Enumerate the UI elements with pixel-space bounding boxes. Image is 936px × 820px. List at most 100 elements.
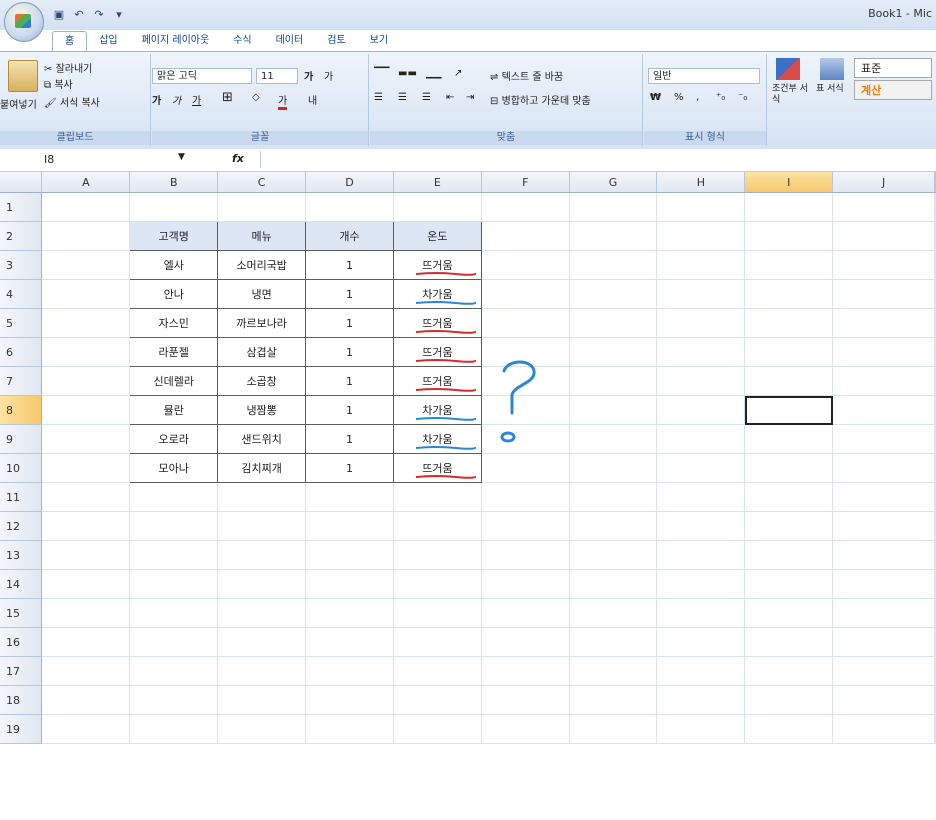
- style-calculation[interactable]: 계산: [854, 80, 932, 100]
- cell[interactable]: [217, 656, 307, 686]
- cell[interactable]: [934, 279, 936, 309]
- align-top-button[interactable]: ▔▔: [374, 68, 389, 79]
- cell[interactable]: [934, 221, 936, 251]
- cell[interactable]: [305, 685, 394, 715]
- cell[interactable]: [393, 540, 482, 570]
- cell[interactable]: [934, 540, 936, 570]
- cell[interactable]: [934, 250, 936, 280]
- name-box-dropdown-icon[interactable]: ▼: [178, 152, 185, 162]
- temperature-cell[interactable]: 차가움: [392, 279, 482, 309]
- cell[interactable]: [41, 598, 131, 628]
- cell[interactable]: [393, 569, 482, 599]
- column-header[interactable]: A: [41, 172, 131, 193]
- table-cell[interactable]: 모아나: [129, 453, 219, 483]
- cell[interactable]: [129, 540, 219, 570]
- tab-home[interactable]: 홈: [52, 31, 88, 52]
- cell[interactable]: [569, 714, 658, 744]
- cell[interactable]: [569, 221, 658, 251]
- cell[interactable]: [656, 685, 746, 715]
- cell[interactable]: [393, 482, 482, 512]
- cell[interactable]: [744, 540, 834, 570]
- table-cell[interactable]: 까르보나라: [217, 308, 307, 338]
- cell[interactable]: [744, 424, 834, 454]
- orientation-button[interactable]: ↗: [454, 68, 462, 79]
- cell[interactable]: [832, 337, 935, 367]
- italic-button[interactable]: 가: [172, 92, 181, 107]
- column-header[interactable]: D: [305, 172, 394, 193]
- align-right-button[interactable]: ☰: [422, 92, 431, 103]
- cell[interactable]: [832, 685, 935, 715]
- cell[interactable]: [832, 221, 935, 251]
- merge-center-button[interactable]: ⊟ 병합하고 가운데 맞춤: [490, 92, 591, 107]
- undo-icon[interactable]: ↶: [72, 8, 86, 22]
- tab-page-layout[interactable]: 페이지 레이아웃: [130, 31, 222, 51]
- name-box[interactable]: I8: [44, 152, 164, 168]
- cell[interactable]: [832, 540, 935, 570]
- phonetic-button[interactable]: 내: [308, 92, 317, 107]
- cell[interactable]: [481, 308, 570, 338]
- table-cell[interactable]: 삼겹살: [217, 337, 307, 367]
- tab-insert[interactable]: 삽입: [87, 31, 129, 51]
- table-cell[interactable]: 1: [305, 279, 394, 309]
- paste-button[interactable]: 붙여넣기: [0, 96, 37, 111]
- cell[interactable]: [129, 685, 219, 715]
- row-header[interactable]: 14: [0, 569, 43, 599]
- cell[interactable]: [481, 598, 570, 628]
- tab-view[interactable]: 보기: [358, 31, 400, 51]
- fill-color-button[interactable]: ◇: [252, 92, 260, 103]
- cell[interactable]: [41, 540, 131, 570]
- cell[interactable]: [481, 540, 570, 570]
- cell[interactable]: [744, 482, 834, 512]
- column-header[interactable]: J: [832, 172, 935, 193]
- cell[interactable]: [41, 337, 131, 367]
- cell[interactable]: [569, 424, 658, 454]
- grow-font-button[interactable]: 가: [304, 68, 313, 83]
- table-cell[interactable]: 1: [305, 308, 394, 338]
- cell[interactable]: [656, 598, 746, 628]
- cell[interactable]: [744, 453, 834, 483]
- table-cell[interactable]: 1: [305, 250, 394, 280]
- cell[interactable]: [744, 250, 834, 280]
- cell[interactable]: [41, 482, 131, 512]
- align-middle-button[interactable]: ▬▬: [398, 68, 417, 79]
- temperature-cell[interactable]: 뜨거움: [392, 366, 482, 396]
- cell[interactable]: [656, 569, 746, 599]
- redo-icon[interactable]: ↷: [92, 8, 106, 22]
- font-color-button[interactable]: 가: [278, 92, 288, 110]
- table-cell[interactable]: 샌드위치: [217, 424, 307, 454]
- table-header-cell[interactable]: 고객명: [129, 221, 219, 251]
- cell[interactable]: [569, 337, 658, 367]
- table-cell[interactable]: 뮬란: [129, 395, 219, 425]
- row-header[interactable]: 13: [0, 540, 43, 570]
- style-normal[interactable]: 표준: [854, 58, 932, 78]
- number-format-combo[interactable]: 일반: [648, 68, 760, 84]
- cell[interactable]: [393, 656, 482, 686]
- cell[interactable]: [481, 279, 570, 309]
- cell[interactable]: [744, 569, 834, 599]
- cell[interactable]: [393, 192, 482, 222]
- row-header[interactable]: 6: [0, 337, 43, 367]
- cell[interactable]: [217, 685, 307, 715]
- cell[interactable]: [934, 569, 936, 599]
- decrease-indent-button[interactable]: ⇤: [446, 92, 454, 103]
- cell[interactable]: [656, 366, 746, 396]
- cell[interactable]: [832, 308, 935, 338]
- cell[interactable]: [569, 453, 658, 483]
- cell[interactable]: [569, 511, 658, 541]
- tab-formulas[interactable]: 수식: [221, 31, 263, 51]
- column-header[interactable]: C: [217, 172, 307, 193]
- row-header[interactable]: 8: [0, 395, 43, 425]
- cell[interactable]: [41, 714, 131, 744]
- font-name-combo[interactable]: 맑은 고딕: [152, 68, 252, 84]
- cell[interactable]: [305, 598, 394, 628]
- cell[interactable]: [569, 366, 658, 396]
- table-cell[interactable]: 라푼젤: [129, 337, 219, 367]
- cell[interactable]: [393, 511, 482, 541]
- table-cell[interactable]: 오로라: [129, 424, 219, 454]
- format-as-table-button[interactable]: 표 서식: [816, 84, 856, 95]
- temperature-cell[interactable]: 차가움: [392, 424, 482, 454]
- align-left-button[interactable]: ☰: [374, 92, 383, 103]
- cell[interactable]: [41, 221, 131, 251]
- customize-qat-icon[interactable]: ▾: [112, 8, 126, 22]
- formula-input[interactable]: [260, 151, 931, 168]
